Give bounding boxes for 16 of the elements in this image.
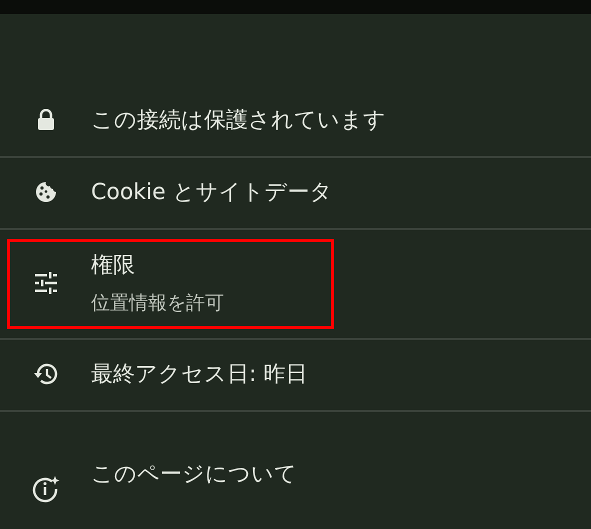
item-subtitle: 位置情報を許可 [91,291,224,316]
info-sparkle-icon [32,475,60,503]
menu-item[interactable]: Cookie とサイトデータ [0,158,591,230]
menu-item[interactable]: 最終アクセス日: 昨日 [0,340,591,412]
history-icon [32,362,58,386]
menu-item[interactable]: 権限 位置情報を許可 [0,230,591,340]
sliders-icon [34,272,58,294]
item-title: この接続は保護されています [91,107,386,135]
item-title: 権限 [91,252,136,280]
menu-item[interactable]: このページについて [0,412,591,516]
item-title: 最終アクセス日: 昨日 [91,361,308,389]
item-title: Cookie とサイトデータ [91,179,333,207]
lock-icon [36,109,54,131]
item-title: このページについて [91,461,297,489]
cookie-icon [34,180,58,204]
menu-item[interactable]: この接続は保護されています [0,86,591,158]
